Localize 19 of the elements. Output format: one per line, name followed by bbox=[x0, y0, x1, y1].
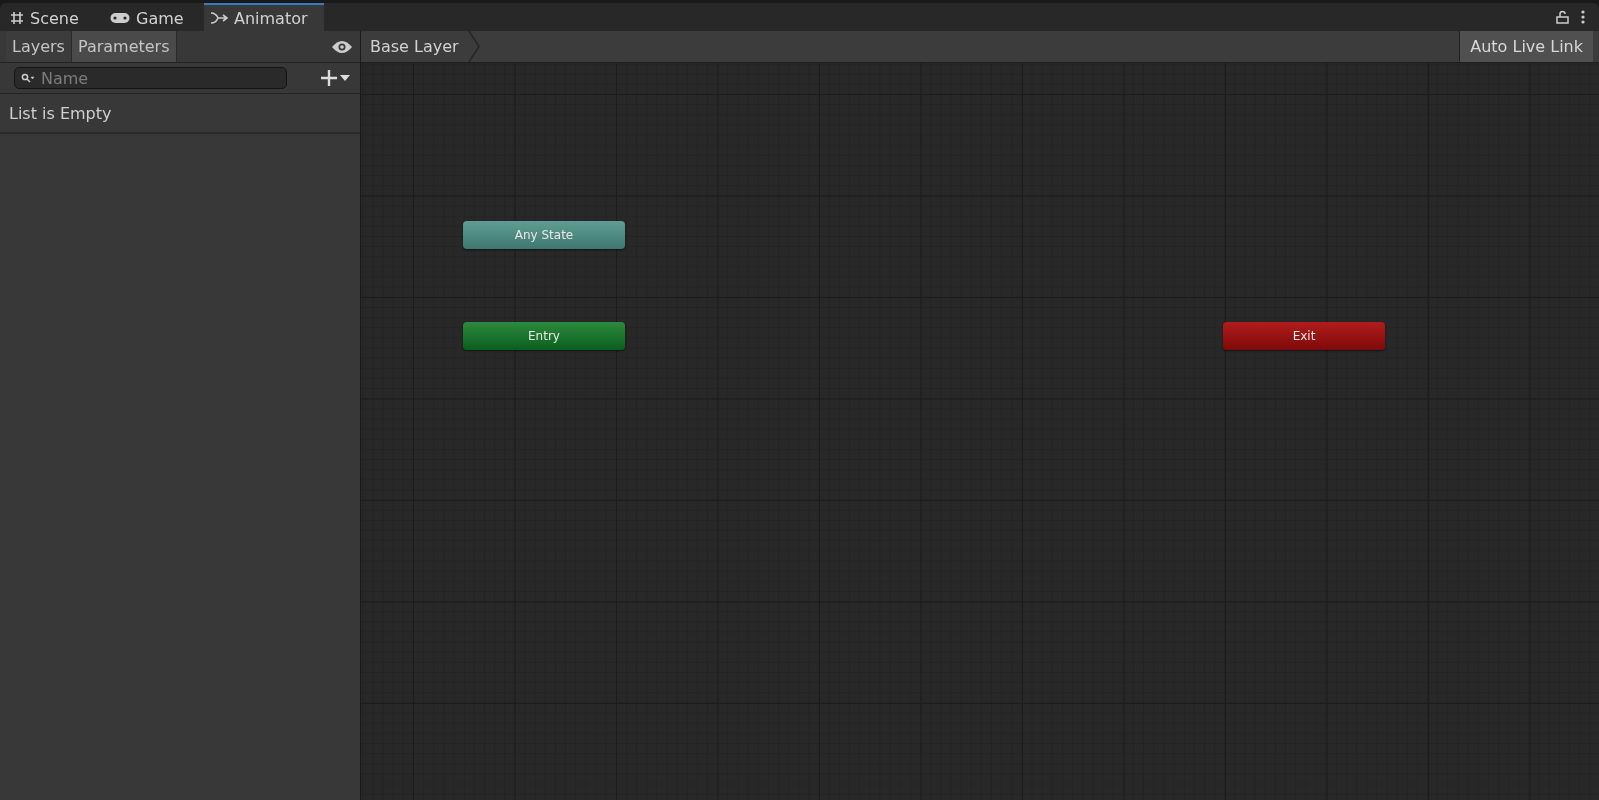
gamepad-icon bbox=[110, 12, 130, 24]
grid-icon bbox=[10, 11, 24, 25]
state-node[interactable]: Exit bbox=[1223, 322, 1385, 350]
sidebar-tab[interactable]: Layers bbox=[6, 31, 72, 62]
eye-icon[interactable] bbox=[331, 39, 353, 54]
auto-live-link-toggle[interactable]: Auto Live Link bbox=[1459, 31, 1593, 62]
panel-tab[interactable]: Animator bbox=[204, 3, 324, 31]
more-icon[interactable] bbox=[1581, 10, 1585, 24]
plus-icon bbox=[320, 69, 338, 87]
branch-icon bbox=[210, 11, 228, 25]
state-node[interactable]: Entry bbox=[463, 322, 625, 350]
empty-list-text: List is Empty bbox=[0, 94, 360, 134]
caret-icon bbox=[340, 75, 350, 81]
sidebar-tab[interactable]: Parameters bbox=[71, 31, 177, 62]
search-icon bbox=[21, 73, 35, 83]
panel-tab[interactable]: Game bbox=[104, 3, 204, 31]
lock-icon[interactable] bbox=[1556, 10, 1569, 24]
search-field[interactable]: Name bbox=[14, 67, 287, 89]
panel-tab[interactable]: Scene bbox=[4, 3, 104, 31]
